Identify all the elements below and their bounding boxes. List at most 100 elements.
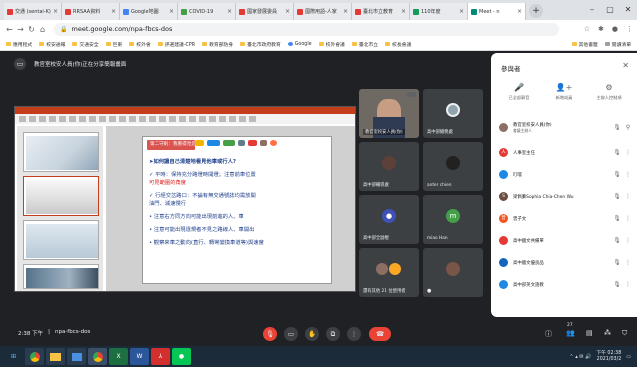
close-tab-icon[interactable]: × xyxy=(285,8,290,15)
back-arrow-icon[interactable]: ← xyxy=(4,25,15,34)
bookmark-item[interactable]: 校安通報 xyxy=(39,41,65,48)
leave-call-button[interactable]: ☎ xyxy=(369,327,391,341)
mic-off-icon[interactable]: 🎙 xyxy=(611,149,623,156)
participant-row[interactable]: 高中部英文語教 🎙 ⋮ xyxy=(499,276,633,293)
menu-icon[interactable]: ⋮ xyxy=(626,25,633,33)
forward-arrow-icon[interactable]: → xyxy=(15,25,26,34)
browser-tab[interactable]: 110年度 × xyxy=(410,3,468,20)
bookmark-item[interactable]: 校外會議 xyxy=(318,41,345,48)
extensions-icon[interactable]: ✱ xyxy=(598,25,604,33)
tile-options-icon[interactable] xyxy=(407,92,416,97)
more-options-icon[interactable]: ⋮ xyxy=(623,193,633,200)
mic-off-icon[interactable]: 🎙 xyxy=(611,215,623,222)
camera-toggle-button[interactable]: ▭ xyxy=(284,327,298,341)
bookmark-item[interactable]: 校長會議 xyxy=(385,41,411,48)
info-icon[interactable]: ⓘ xyxy=(545,329,552,339)
participant-tile[interactable]: m miao Han xyxy=(423,195,483,244)
browser-tab[interactable]: 國際用語-人家 × xyxy=(294,3,352,20)
present-button[interactable]: ⧉ xyxy=(326,327,340,341)
bookmark-item[interactable]: 交通安全 xyxy=(72,41,99,48)
clock[interactable]: 下午 02:38 2021/03/2 xyxy=(596,351,621,363)
mic-off-icon[interactable]: 🎙 xyxy=(611,124,623,131)
participant-tile[interactable]: 高中部總務處 xyxy=(423,89,483,138)
bookmark-item[interactable]: 巨東 xyxy=(105,41,122,48)
close-tab-icon[interactable]: × xyxy=(53,8,58,15)
host-controls-button[interactable]: ⚙ 主辦人控制項 xyxy=(587,83,631,101)
chrome-icon[interactable] xyxy=(88,348,107,365)
star-icon[interactable]: ☆ xyxy=(584,25,590,33)
close-tab-icon[interactable]: × xyxy=(169,8,174,15)
maximize-icon[interactable]: ▢ xyxy=(601,0,619,20)
mic-toggle-button[interactable]: 🎙 xyxy=(263,327,277,341)
participant-tile[interactable]: ● 高中部全副棍 xyxy=(359,195,419,244)
mic-off-icon[interactable]: 🎙 xyxy=(611,237,623,244)
participant-tile[interactable]: ● xyxy=(423,248,483,297)
mic-off-icon[interactable]: 🎙 xyxy=(611,281,623,288)
bookmark-item[interactable]: Google xyxy=(287,42,312,47)
browser-tab[interactable]: Google地圖 × xyxy=(120,3,178,20)
more-options-button[interactable]: ⋮ xyxy=(347,327,361,341)
home-icon[interactable]: ⌂ xyxy=(37,25,48,34)
more-options-icon[interactable]: ⋮ xyxy=(623,259,633,266)
participant-tile[interactable]: 高中部輔導處 xyxy=(359,142,419,191)
more-options-icon[interactable]: ⋮ xyxy=(623,149,633,156)
browser-tab[interactable]: 交通 (sentai-K) × xyxy=(4,3,62,20)
reload-icon[interactable]: ↻ xyxy=(26,25,37,34)
participant-row[interactable]: 高中國文優良品 🎙 ⋮ xyxy=(499,254,633,271)
excel-icon[interactable]: X xyxy=(109,348,128,365)
participant-row[interactable]: 曾 曾子文 🎙 ⋮ xyxy=(499,210,633,227)
close-tab-icon[interactable]: × xyxy=(343,8,348,15)
activities-icon[interactable]: ⁂ xyxy=(604,329,611,337)
browser-tab[interactable]: COVID-19 × xyxy=(178,3,236,20)
bookmark-item[interactable]: 臺北市立 xyxy=(351,41,378,48)
close-tab-icon[interactable]: × xyxy=(459,8,464,15)
browser-tab-active[interactable]: Meet - n × xyxy=(468,3,526,20)
chat-icon[interactable]: ▤ xyxy=(586,329,593,337)
mic-off-icon[interactable]: 🎙 xyxy=(611,193,623,200)
add-people-button[interactable]: 👤+ 新增成員 xyxy=(542,83,586,101)
close-tab-icon[interactable]: × xyxy=(517,8,522,15)
pin-icon[interactable]: ⚲ xyxy=(623,124,633,131)
mic-off-icon[interactable]: 🎙 xyxy=(611,171,623,178)
lock-icon[interactable]: ⛉ xyxy=(622,329,627,338)
tray-icons[interactable]: ⌃ ▴ ✉ 🔊 xyxy=(569,354,591,360)
pdf-icon[interactable]: ⅄ xyxy=(151,348,170,365)
close-tab-icon[interactable]: × xyxy=(111,8,116,15)
close-window-icon[interactable]: ✕ xyxy=(619,0,637,20)
more-options-icon[interactable]: ⋮ xyxy=(623,171,633,178)
bookmark-item[interactable]: 應用程式 xyxy=(6,41,32,48)
participant-tile[interactable]: anter chien xyxy=(423,142,483,191)
close-tab-icon[interactable]: × xyxy=(227,8,232,15)
raise-hand-button[interactable]: ✋ xyxy=(305,327,319,341)
browser-tab[interactable]: RRSAA資料 × xyxy=(62,3,120,20)
line-icon[interactable]: ● xyxy=(172,348,191,365)
more-options-icon[interactable]: ⋮ xyxy=(623,281,633,288)
profile-icon[interactable]: ● xyxy=(612,25,618,33)
mute-all-button[interactable]: 🎤̸ 已全部靜音 xyxy=(497,83,541,101)
bookmark-item[interactable]: 臺北市政府教育 xyxy=(240,41,281,48)
more-options-icon[interactable]: ⋮ xyxy=(623,215,633,222)
close-icon[interactable]: ✕ xyxy=(622,61,629,70)
people-icon[interactable]: 👥 xyxy=(566,329,575,337)
new-tab-button[interactable]: + xyxy=(529,4,543,18)
shared-screen[interactable]: 第二守則：我看得見您，交通才會安全 ➤如何讓自己清楚地看見他車或行人? ✓ 平時… xyxy=(14,106,356,292)
participant-tile-self[interactable]: 教官室校安人員(你) xyxy=(359,89,419,138)
photos-icon[interactable] xyxy=(67,348,86,365)
mic-off-icon[interactable]: 🎙 xyxy=(611,259,623,266)
file-explorer-icon[interactable] xyxy=(46,348,65,365)
url-bar[interactable]: 🔒 meet.google.com/npa-fbcs-dos xyxy=(54,22,559,36)
browser-tab[interactable]: 臺北市立教育 × xyxy=(352,3,410,20)
bookmark-item-other[interactable]: 其他書籤 xyxy=(571,41,598,48)
notification-icon[interactable]: ▭ xyxy=(626,354,631,360)
bookmark-item[interactable]: 教育部防身 xyxy=(202,41,233,48)
word-icon[interactable]: W xyxy=(130,348,149,365)
participant-row[interactable]: 高中國文共備單 🎙 ⋮ xyxy=(499,232,633,249)
participant-tile-others[interactable]: 還有其他 21 位使用者 xyxy=(359,248,419,297)
close-tab-icon[interactable]: × xyxy=(401,8,406,15)
participant-row[interactable]: S 梁佩蓁Sophia Chia-Chen Wu 🎙 ⋮ xyxy=(499,188,633,205)
chrome-icon[interactable] xyxy=(25,348,44,365)
windows-start-icon[interactable]: ⊞ xyxy=(4,348,23,365)
minimize-icon[interactable]: – xyxy=(583,0,601,20)
bookmark-item-reading-list[interactable]: 閱讀清單 xyxy=(604,41,631,48)
more-options-icon[interactable]: ⋮ xyxy=(623,237,633,244)
